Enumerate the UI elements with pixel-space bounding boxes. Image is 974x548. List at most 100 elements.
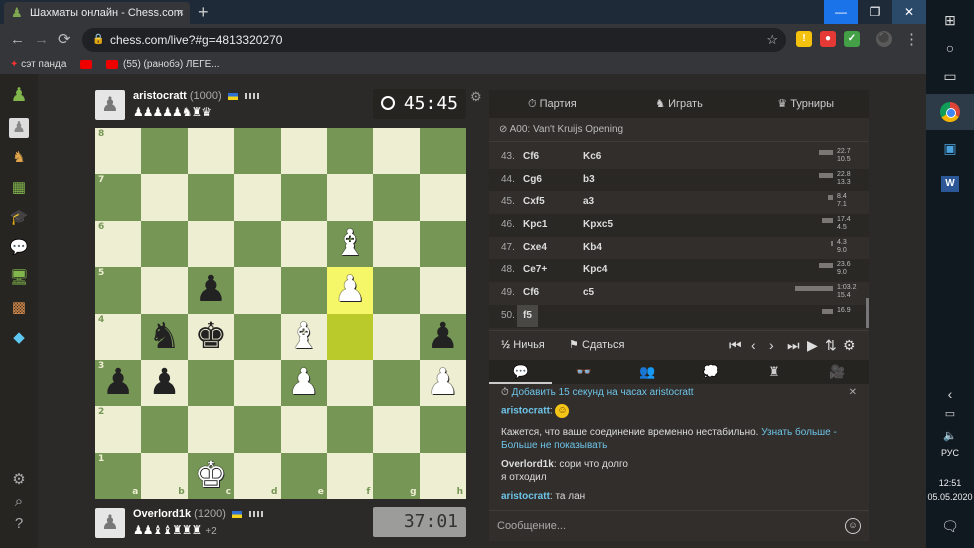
square-h5[interactable] xyxy=(419,267,466,314)
square-e7[interactable] xyxy=(280,174,327,221)
chat-scrollbar[interactable] xyxy=(866,298,869,328)
search-icon[interactable]: ⌕ xyxy=(9,492,29,512)
white-move[interactable]: f5 xyxy=(517,304,538,327)
square-e3[interactable]: ♟ xyxy=(280,359,327,407)
black-move[interactable]: b3 xyxy=(583,169,595,191)
square-b1[interactable]: b xyxy=(141,452,188,499)
square-c3[interactable] xyxy=(187,359,235,407)
square-b6[interactable] xyxy=(141,220,188,268)
white-king-icon[interactable]: ♚ xyxy=(195,457,227,494)
square-d3[interactable] xyxy=(234,359,281,407)
community-icon[interactable]: 💬 xyxy=(9,238,29,258)
square-e8[interactable] xyxy=(280,128,327,175)
square-c1[interactable]: c ♚ xyxy=(187,452,235,499)
square-e2[interactable] xyxy=(280,406,327,453)
white-move[interactable]: Cg6 xyxy=(523,169,542,191)
play-knight-icon[interactable]: ♞ xyxy=(9,148,29,168)
square-d4[interactable] xyxy=(234,313,281,360)
tab-chat[interactable]: 💬 xyxy=(489,360,553,384)
square-a2[interactable]: 2 xyxy=(95,406,142,453)
browser-menu-icon[interactable]: ⋮ xyxy=(904,30,919,50)
square-d2[interactable] xyxy=(234,406,281,453)
time-notice[interactable]: ⏱ Добавить 15 секунд на часах aristocrat… xyxy=(501,386,857,399)
maximize-button[interactable]: ❐ xyxy=(858,0,892,24)
white-move[interactable]: Cxf5 xyxy=(523,191,545,213)
user-avatar-icon[interactable]: ♟ xyxy=(9,118,29,138)
square-a6[interactable]: 6 xyxy=(95,220,142,268)
square-g6[interactable] xyxy=(373,220,420,268)
opening-name[interactable]: ⊘ A00: Van't Kruijs Opening xyxy=(489,118,869,142)
volume-icon[interactable]: 🔈 xyxy=(940,426,960,446)
square-f1[interactable]: f xyxy=(326,452,374,499)
diamond-icon[interactable]: ◆ xyxy=(9,328,29,348)
learn-more-link[interactable]: Узнать больше xyxy=(761,427,831,438)
white-move[interactable]: Cxe4 xyxy=(523,237,547,259)
square-g7[interactable] xyxy=(373,174,420,221)
black-pawn-icon[interactable]: ♟ xyxy=(195,272,227,308)
white-pawn-icon[interactable]: ♟ xyxy=(334,272,366,308)
square-h4[interactable]: ♟ xyxy=(419,313,466,360)
square-e1[interactable]: e xyxy=(280,452,327,499)
square-b5[interactable] xyxy=(141,267,188,314)
offer-draw-button[interactable]: ½ Ничья xyxy=(501,331,545,359)
last-move-button[interactable]: ⏭ xyxy=(787,331,800,359)
square-e4[interactable]: ♝ xyxy=(280,313,327,360)
square-a5[interactable]: 5 xyxy=(95,267,142,314)
square-b8[interactable] xyxy=(141,128,188,175)
close-chat-icon[interactable]: ✕ xyxy=(849,386,857,399)
first-move-button[interactable]: ⏮ xyxy=(729,331,742,359)
white-move[interactable]: Ce7+ xyxy=(523,259,547,281)
chess-logo-icon[interactable]: ♟ xyxy=(9,86,29,106)
square-f5[interactable]: ♟ xyxy=(326,267,374,314)
tab-play[interactable]: ♞ Играть xyxy=(616,90,743,118)
url-input[interactable]: 🔒 chess.com/live?#g=4813320270 ☆ xyxy=(82,28,786,52)
square-f7[interactable] xyxy=(326,174,374,221)
chrome-taskbar-button[interactable] xyxy=(926,94,974,130)
square-b4[interactable]: ♞ xyxy=(141,313,188,360)
square-c4[interactable]: ♚ xyxy=(187,313,235,360)
square-g3[interactable] xyxy=(373,359,420,407)
settings-gear-icon[interactable]: ⚙ xyxy=(9,470,29,490)
square-d1[interactable]: d xyxy=(234,452,281,499)
square-b2[interactable] xyxy=(141,406,188,453)
task-view-icon[interactable]: ▭ xyxy=(940,66,960,86)
avatar[interactable]: ♟ xyxy=(95,90,125,120)
board-icon[interactable]: ▩ xyxy=(9,298,29,318)
tab-spectate[interactable]: 👓 xyxy=(552,360,615,384)
white-move[interactable]: Cf6 xyxy=(523,282,539,304)
black-knight-icon[interactable]: ♞ xyxy=(148,318,180,355)
forward-button[interactable]: → xyxy=(34,30,49,50)
remote-desktop-icon[interactable]: ▣ xyxy=(940,138,960,158)
square-c6[interactable] xyxy=(187,220,235,268)
tab-tv[interactable]: 🎥 xyxy=(806,360,869,384)
extension-icon[interactable]: ! xyxy=(796,31,812,47)
help-icon[interactable]: ? xyxy=(9,514,29,534)
white-move[interactable]: Cf6 xyxy=(523,146,539,168)
search-icon[interactable]: ○ xyxy=(940,38,960,58)
clock-time[interactable]: 12:51 xyxy=(926,478,974,488)
tab-messages[interactable]: 💭 xyxy=(679,360,742,384)
chat-input[interactable]: Сообщение... ☺ xyxy=(489,510,869,541)
square-b7[interactable] xyxy=(141,174,188,221)
square-h7[interactable] xyxy=(419,174,466,221)
profile-avatar[interactable]: ⚫ xyxy=(876,31,892,47)
tab-game[interactable]: ⏱ Партия xyxy=(489,90,616,118)
bookmark-item[interactable] xyxy=(80,57,97,73)
black-pawn-icon[interactable]: ♟ xyxy=(148,365,180,401)
square-d7[interactable] xyxy=(234,174,281,221)
black-move[interactable]: Kpxc5 xyxy=(583,214,613,236)
black-pawn-icon[interactable]: ♟ xyxy=(427,318,459,355)
back-button[interactable]: ← xyxy=(10,30,25,50)
square-h2[interactable] xyxy=(419,406,466,453)
player-name[interactable]: Overlord1k (1200) xyxy=(133,508,266,520)
black-pawn-icon[interactable]: ♟ xyxy=(102,365,134,401)
notifications-icon[interactable]: 🗨 xyxy=(940,516,960,536)
clock-date[interactable]: 05.05.2020 xyxy=(926,492,974,502)
square-b3[interactable]: ♟ xyxy=(141,359,188,407)
windows-start-icon[interactable]: ⊞ xyxy=(940,10,960,30)
bookmark-star-icon[interactable]: ☆ xyxy=(766,28,778,52)
black-move[interactable]: Kb4 xyxy=(583,237,602,259)
black-move[interactable]: Kc6 xyxy=(583,146,601,168)
new-tab-button[interactable]: + xyxy=(198,1,209,23)
square-g4[interactable] xyxy=(373,313,420,360)
